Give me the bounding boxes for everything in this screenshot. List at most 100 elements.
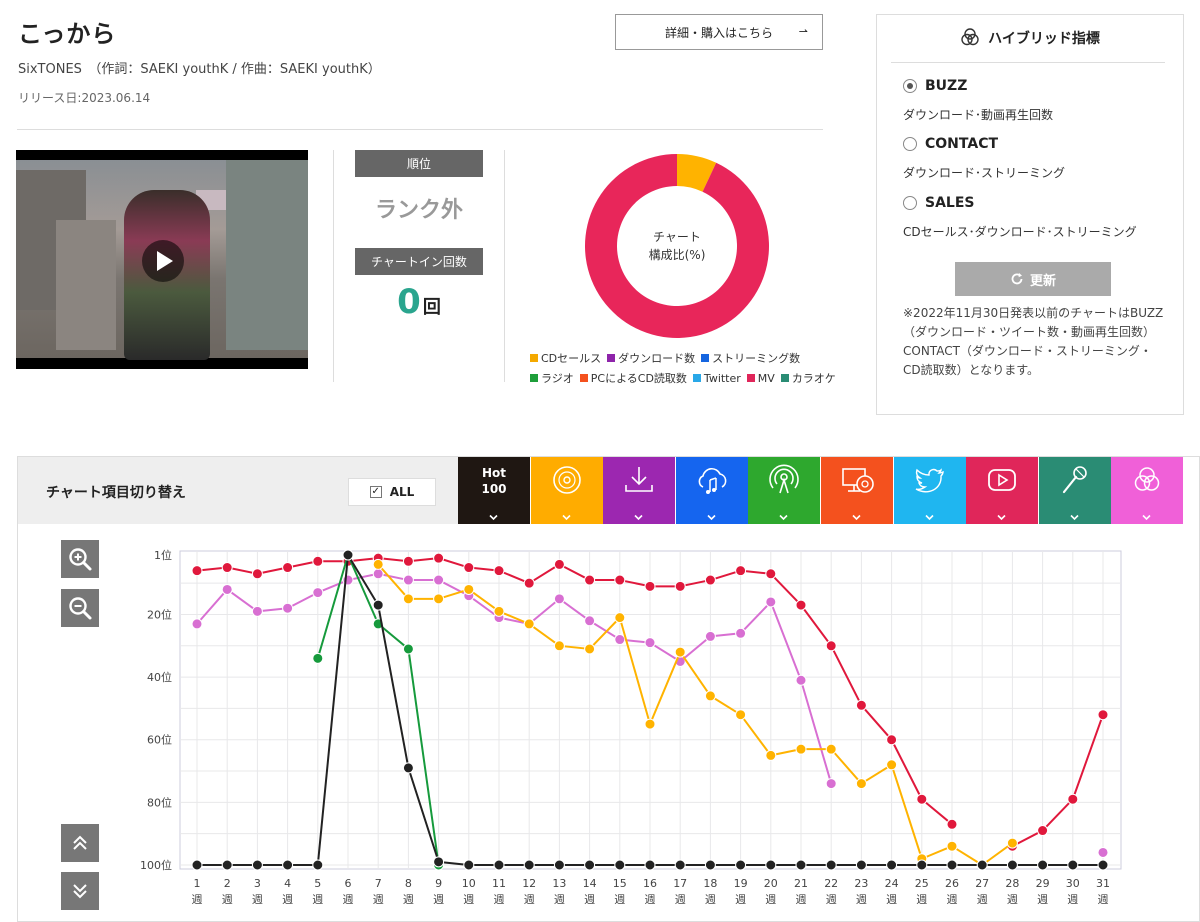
data-point-cd[interactable] xyxy=(795,743,807,755)
data-point-cd[interactable] xyxy=(493,605,505,617)
data-point-mv[interactable] xyxy=(614,574,626,586)
data-point-cd[interactable] xyxy=(523,618,535,630)
radio-contact[interactable]: CONTACT xyxy=(903,136,998,152)
data-point-hot100[interactable] xyxy=(946,859,958,871)
data-point-mv[interactable] xyxy=(886,734,898,746)
data-point-download[interactable] xyxy=(433,574,445,586)
radio-sales[interactable]: SALES xyxy=(903,195,975,211)
data-point-hot100[interactable] xyxy=(523,859,535,871)
data-point-mv[interactable] xyxy=(584,574,596,586)
data-point-hot100[interactable] xyxy=(1006,859,1018,871)
data-point-hot100[interactable] xyxy=(825,859,837,871)
data-point-hot100[interactable] xyxy=(765,859,777,871)
data-point-hot100[interactable] xyxy=(312,859,324,871)
data-point-mv[interactable] xyxy=(523,577,535,589)
data-point-mv[interactable] xyxy=(916,793,928,805)
data-point-hot100[interactable] xyxy=(674,859,686,871)
data-point-mv[interactable] xyxy=(946,818,958,830)
data-point-radio[interactable] xyxy=(402,643,414,655)
data-point-hot100[interactable] xyxy=(1037,859,1049,871)
data-point-cd[interactable] xyxy=(463,583,475,595)
data-point-mv[interactable] xyxy=(433,552,445,564)
data-point-cd[interactable] xyxy=(372,558,384,570)
data-point-cd[interactable] xyxy=(825,743,837,755)
detail-purchase-button[interactable]: 詳細・購入はこちら ⇀ xyxy=(615,14,823,50)
data-point-hot100[interactable] xyxy=(584,859,596,871)
data-point-download[interactable] xyxy=(372,568,384,580)
data-point-hot100[interactable] xyxy=(704,859,716,871)
video-player[interactable] xyxy=(16,150,308,369)
data-point-cd[interactable] xyxy=(1006,837,1018,849)
data-point-mv[interactable] xyxy=(312,555,324,567)
data-point-hot100[interactable] xyxy=(1067,859,1079,871)
data-point-cd[interactable] xyxy=(704,690,716,702)
data-point-hot100[interactable] xyxy=(251,859,263,871)
data-point-hot100[interactable] xyxy=(735,859,747,871)
data-point-download[interactable] xyxy=(251,605,263,617)
data-point-mv[interactable] xyxy=(493,565,505,577)
data-point-mv[interactable] xyxy=(644,580,656,592)
data-point-mv[interactable] xyxy=(1097,709,1109,721)
data-point-mv[interactable] xyxy=(463,562,475,574)
data-point-hot100[interactable] xyxy=(402,762,414,774)
data-point-cd[interactable] xyxy=(855,778,867,790)
data-point-download[interactable] xyxy=(735,627,747,639)
data-point-cd[interactable] xyxy=(674,646,686,658)
data-point-mv[interactable] xyxy=(825,640,837,652)
data-point-mv[interactable] xyxy=(735,565,747,577)
data-point-hot100[interactable] xyxy=(916,859,928,871)
data-point-download[interactable] xyxy=(644,637,656,649)
data-point-hot100[interactable] xyxy=(1097,859,1109,871)
data-point-hot100[interactable] xyxy=(976,859,988,871)
data-point-mv[interactable] xyxy=(553,558,565,570)
data-point-hot100[interactable] xyxy=(886,859,898,871)
data-point-download[interactable] xyxy=(553,593,565,605)
data-point-hot100[interactable] xyxy=(191,859,203,871)
data-point-cd[interactable] xyxy=(614,612,626,624)
data-point-cd[interactable] xyxy=(402,593,414,605)
data-point-cd[interactable] xyxy=(644,718,656,730)
data-point-download[interactable] xyxy=(312,587,324,599)
data-point-hot100[interactable] xyxy=(282,859,294,871)
radio-icon[interactable] xyxy=(903,137,917,151)
data-point-hot100[interactable] xyxy=(855,859,867,871)
radio-icon[interactable] xyxy=(903,196,917,210)
data-point-mv[interactable] xyxy=(704,574,716,586)
data-point-download[interactable] xyxy=(191,618,203,630)
data-point-mv[interactable] xyxy=(1037,825,1049,837)
data-point-hot100[interactable] xyxy=(493,859,505,871)
data-point-hot100[interactable] xyxy=(221,859,233,871)
data-point-radio[interactable] xyxy=(312,652,324,664)
data-point-cd[interactable] xyxy=(735,709,747,721)
data-point-hot100[interactable] xyxy=(644,859,656,871)
data-point-mv[interactable] xyxy=(795,599,807,611)
data-point-hot100[interactable] xyxy=(433,856,445,868)
data-point-cd[interactable] xyxy=(886,759,898,771)
data-point-hot100[interactable] xyxy=(372,599,384,611)
data-point-download[interactable] xyxy=(282,602,294,614)
data-point-hot100[interactable] xyxy=(614,859,626,871)
data-point-cd[interactable] xyxy=(553,640,565,652)
data-point-mv[interactable] xyxy=(402,555,414,567)
data-point-download[interactable] xyxy=(402,574,414,586)
data-point-download[interactable] xyxy=(614,634,626,646)
data-point-mv[interactable] xyxy=(191,565,203,577)
data-point-hot100[interactable] xyxy=(342,549,354,561)
data-point-mv[interactable] xyxy=(251,568,263,580)
data-point-download[interactable] xyxy=(795,674,807,686)
data-point-mv[interactable] xyxy=(282,562,294,574)
data-point-download[interactable] xyxy=(1097,846,1109,858)
data-point-mv[interactable] xyxy=(221,562,233,574)
data-point-cd[interactable] xyxy=(765,749,777,761)
data-point-download[interactable] xyxy=(825,778,837,790)
radio-icon[interactable] xyxy=(903,79,917,93)
data-point-hot100[interactable] xyxy=(553,859,565,871)
update-button[interactable]: 更新 xyxy=(955,262,1111,296)
data-point-cd[interactable] xyxy=(584,643,596,655)
data-point-cd[interactable] xyxy=(946,840,958,852)
data-point-download[interactable] xyxy=(221,583,233,595)
radio-buzz[interactable]: BUZZ xyxy=(903,78,967,94)
play-icon[interactable] xyxy=(142,240,184,282)
data-point-download[interactable] xyxy=(765,596,777,608)
data-point-hot100[interactable] xyxy=(795,859,807,871)
